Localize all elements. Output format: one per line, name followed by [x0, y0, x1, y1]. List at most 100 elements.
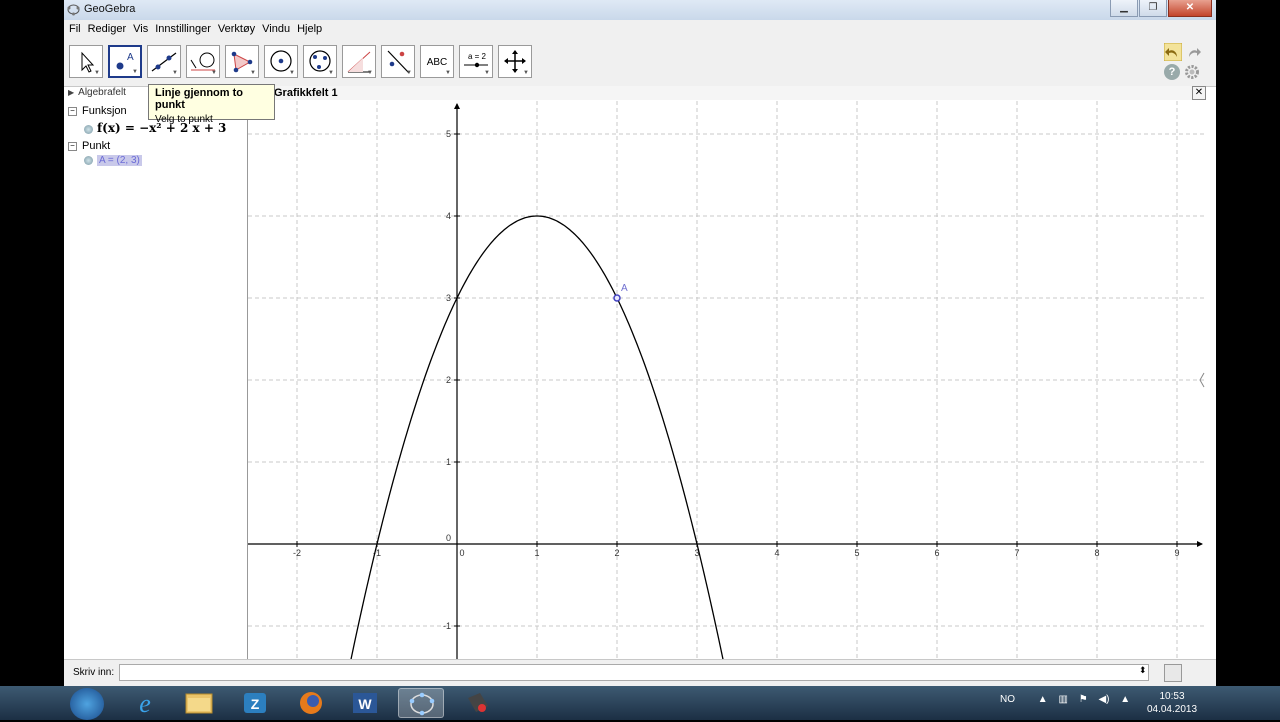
- x-tick-label: 4: [774, 548, 779, 558]
- menu-view[interactable]: Vis: [133, 23, 148, 35]
- menu-tools[interactable]: Verktøy: [218, 23, 255, 35]
- reflect-tool-button[interactable]: ▼: [381, 45, 415, 78]
- y-tick-label: 1: [446, 457, 451, 467]
- tree-group-function[interactable]: − Funksjon: [68, 105, 127, 117]
- google-drive-icon[interactable]: ▲: [1120, 694, 1130, 705]
- volume-icon[interactable]: ◀): [1098, 694, 1109, 705]
- file-explorer-icon[interactable]: [176, 688, 222, 718]
- virtual-keyboard-icon[interactable]: [1164, 664, 1182, 682]
- slider-tool-button[interactable]: a = 2 ▼: [459, 45, 493, 78]
- tooltip-title: Linje gjennom to punkt: [155, 87, 243, 111]
- x-tick-label: 6: [934, 548, 939, 558]
- x-tick-label: 1: [534, 548, 539, 558]
- geogebra-logo-icon: [67, 4, 80, 16]
- screen-recorder-icon[interactable]: [454, 688, 500, 718]
- menu-help[interactable]: Hjelp: [297, 23, 322, 35]
- input-history-spinner-icon[interactable]: ⬍: [1139, 665, 1147, 676]
- line-tool-button[interactable]: ▼: [147, 45, 181, 78]
- graphics-view[interactable]: -2 -1 0 1 2 3 4 5 6 7 8 9543210-1A: [248, 101, 1206, 659]
- collapse-toggle-icon[interactable]: −: [68, 106, 77, 116]
- word-icon[interactable]: W: [342, 688, 388, 718]
- graphics-view-header: Grafikkfelt 1 ✕: [248, 86, 1206, 100]
- redo-icon[interactable]: [1184, 43, 1202, 61]
- input-bar: Skriv inn: ⬍: [64, 659, 1216, 687]
- algebra-view-title: Algebrafelt: [78, 87, 126, 98]
- y-tick-label: 4: [446, 211, 451, 221]
- menu-bar: Fil Rediger Vis Innstillinger Verktøy Vi…: [64, 20, 1216, 38]
- point-a-label: A: [621, 283, 628, 294]
- windows-start-icon[interactable]: [70, 688, 104, 720]
- maximize-button[interactable]: ❐: [1139, 0, 1167, 17]
- system-tray: NO ▲ ▥ ⚑ ◀) ▲: [1000, 694, 1130, 705]
- help-icon[interactable]: ?: [1164, 64, 1180, 80]
- system-clock[interactable]: 10:53 04.04.2013: [1144, 690, 1200, 716]
- move-view-tool-button[interactable]: ▼: [498, 45, 532, 78]
- point-tool-button[interactable]: A ▼: [108, 45, 142, 78]
- graphics-view-title: Grafikkfelt 1: [274, 87, 338, 99]
- svg-text:ABC: ABC: [427, 57, 448, 68]
- menu-options[interactable]: Innstillinger: [155, 23, 211, 35]
- close-view-icon[interactable]: ✕: [1192, 86, 1206, 100]
- collapse-toggle-icon[interactable]: −: [68, 141, 77, 151]
- point-a: [613, 294, 621, 302]
- menu-file[interactable]: Fil: [69, 23, 81, 35]
- input-field[interactable]: [119, 664, 1149, 681]
- zoom-app-icon[interactable]: Z: [232, 688, 278, 718]
- menu-window[interactable]: Vindu: [262, 23, 290, 35]
- internet-explorer-icon[interactable]: e: [122, 688, 168, 718]
- svg-text:a = 2: a = 2: [468, 52, 487, 61]
- y-tick-label: 2: [446, 375, 451, 385]
- tool-tooltip: Linje gjennom to punkt Velg to punkt: [148, 84, 275, 125]
- y-tick-label: 3: [446, 293, 451, 303]
- svg-text:W: W: [358, 696, 372, 712]
- circle-tool-button[interactable]: ▼: [264, 45, 298, 78]
- close-window-button[interactable]: ✕: [1168, 0, 1212, 17]
- geogebra-taskbar-icon[interactable]: [398, 688, 444, 718]
- point-a-entry[interactable]: A = (2, 3): [84, 154, 142, 166]
- show-hidden-icons-icon[interactable]: ▲: [1038, 694, 1048, 705]
- gear-icon[interactable]: [1184, 64, 1200, 80]
- x-tick-label: 0: [459, 548, 464, 558]
- tooltip-hint: Velg to punkt: [155, 114, 213, 125]
- algebra-view: ▶ Algebrafelt − Funksjon f(x) = −x² + 2 x …: [64, 87, 248, 659]
- x-tick-label: -2: [293, 548, 301, 558]
- svg-text:Z: Z: [251, 696, 260, 712]
- input-label: Skriv inn:: [73, 667, 115, 678]
- clock-time: 10:53: [1159, 691, 1185, 702]
- action-center-icon[interactable]: ⚑: [1079, 694, 1088, 705]
- x-tick-label: 5: [854, 548, 859, 558]
- clock-date: 04.04.2013: [1146, 704, 1198, 715]
- undo-icon[interactable]: [1164, 43, 1182, 61]
- y-tick-label: -1: [443, 621, 451, 631]
- move-tool-button[interactable]: ▼: [69, 45, 103, 78]
- y-tick-label: 0: [446, 533, 451, 543]
- menu-edit[interactable]: Rediger: [88, 23, 127, 35]
- polygon-tool-button[interactable]: ▼: [225, 45, 259, 78]
- network-icon[interactable]: ▥: [1058, 694, 1067, 705]
- minimize-button[interactable]: ▁: [1110, 0, 1138, 17]
- toolbar: ▼ A ▼ ▼ ▼ ▼ ▼ ▼ ▼ ▼ ABC ▼ a = 2 ▼ ▼ ?: [64, 38, 1216, 87]
- title-bar: GeoGebra ▁ ❐ ✕: [64, 0, 1216, 20]
- svg-text:e: e: [139, 689, 151, 718]
- text-tool-button[interactable]: ABC ▼: [420, 45, 454, 78]
- window-title: GeoGebra: [84, 3, 136, 15]
- visibility-toggle-icon[interactable]: [84, 155, 93, 165]
- x-tick-label: 8: [1094, 548, 1099, 558]
- svg-text:A: A: [127, 52, 134, 63]
- y-tick-label: 5: [446, 129, 451, 139]
- x-tick-label: 9: [1174, 548, 1179, 558]
- group-label: Punkt: [82, 140, 111, 152]
- tree-group-point[interactable]: − Punkt: [68, 140, 110, 152]
- group-label: Funksjon: [82, 105, 127, 117]
- conic-tool-button[interactable]: ▼: [303, 45, 337, 78]
- firefox-icon[interactable]: [288, 688, 334, 718]
- language-indicator[interactable]: NO: [1000, 694, 1015, 705]
- x-tick-label: 2: [614, 548, 619, 558]
- angle-tool-button[interactable]: ▼: [342, 45, 376, 78]
- perpendicular-tool-button[interactable]: ▼: [186, 45, 220, 78]
- geogebra-window: GeoGebra ▁ ❐ ✕ Fil Rediger Vis Innstilli…: [64, 0, 1216, 687]
- visibility-toggle-icon[interactable]: [84, 124, 93, 134]
- point-a-definition: A = (2, 3): [97, 155, 142, 166]
- x-tick-label: 7: [1014, 548, 1019, 558]
- algebra-view-header[interactable]: ▶ Algebrafelt: [68, 87, 126, 99]
